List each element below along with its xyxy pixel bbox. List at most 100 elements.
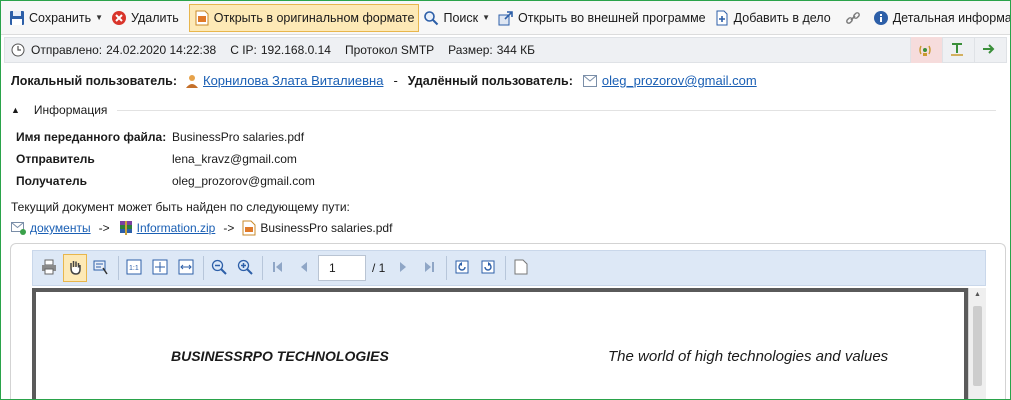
pdf-toolbar-divider [446, 256, 448, 280]
vertical-scrollbar[interactable]: ▲ [968, 288, 986, 399]
next-page-button[interactable] [391, 254, 415, 282]
document-path: документы -> Information.zip -> Business… [11, 220, 392, 236]
rotate-left-button[interactable] [450, 254, 474, 282]
fit-width-button[interactable] [174, 254, 198, 282]
fit-page-button[interactable] [148, 254, 172, 282]
zoom-in-icon [237, 259, 253, 278]
user-icon [185, 74, 199, 88]
path-segment-documents[interactable]: документы [30, 221, 91, 235]
select-text-button[interactable] [89, 254, 113, 282]
path-arrow: -> [98, 221, 110, 235]
users-separator: - [393, 73, 398, 88]
actual-size-icon: 1:1 [126, 259, 142, 278]
broadcast-button[interactable] [910, 37, 942, 63]
hand-tool-button[interactable] [63, 254, 87, 282]
scroll-thumb[interactable] [973, 306, 982, 386]
save-button[interactable]: Сохранить ▼ [5, 4, 107, 32]
open-original-button[interactable]: Открыть в оригинальном формате [188, 3, 420, 32]
open-original-label: Открыть в оригинальном формате [213, 10, 415, 25]
archive-icon [118, 220, 134, 236]
pdf-toolbar: 1:1 1 / 1 [32, 250, 986, 286]
info-key: Отправитель [16, 152, 95, 166]
chevron-down-icon[interactable]: ▼ [95, 13, 103, 22]
zoom-out-icon [211, 259, 227, 278]
local-user-link[interactable]: Корнилова Злата Виталиевна [203, 73, 383, 88]
add-to-case-button[interactable]: Добавить в дело [710, 4, 835, 32]
page-total: / 1 [372, 261, 386, 275]
pdf-file-icon [194, 10, 210, 26]
size-value: 344 КБ [496, 43, 535, 57]
collapse-chevron-icon[interactable]: ▲ [11, 105, 20, 115]
arrow-right-icon [981, 41, 997, 60]
print-button[interactable] [37, 254, 61, 282]
broadcast-icon [917, 41, 933, 60]
text-format-icon [949, 41, 965, 60]
floppy-disk-icon [9, 10, 25, 26]
first-page-button[interactable] [266, 254, 290, 282]
info-row-filename: Имя переданного файла: BusinessPro salar… [16, 130, 304, 144]
pdf-toolbar-divider [505, 256, 507, 280]
infobar-actions [910, 37, 1006, 63]
delete-label: Удалить [131, 10, 179, 25]
link-icon [845, 10, 861, 26]
save-label: Сохранить [29, 10, 92, 25]
path-segment-archive[interactable]: Information.zip [137, 221, 216, 235]
ip-value: 192.168.0.14 [260, 43, 331, 57]
details-label: Детальная информация [892, 10, 1011, 25]
next-page-icon [396, 260, 410, 277]
previous-page-button[interactable] [292, 254, 316, 282]
remote-user-link[interactable]: oleg_prozorov@gmail.com [602, 73, 757, 88]
mail-icon [582, 74, 597, 87]
search-icon [423, 10, 439, 26]
page-number-input[interactable]: 1 [318, 255, 366, 281]
chevron-down-icon[interactable]: ▼ [482, 13, 490, 22]
message-info-bar: Отправлено: 24.02.2020 14:22:38 С IP: 19… [4, 37, 1007, 63]
local-user-label: Локальный пользователь: [11, 73, 177, 88]
info-value: BusinessPro salaries.pdf [172, 130, 305, 144]
page-view-button[interactable] [509, 254, 533, 282]
clock-icon [11, 43, 25, 57]
protocol-text: Протокол SMTP [344, 43, 435, 57]
zoom-in-button[interactable] [233, 254, 257, 282]
add-to-case-label: Добавить в дело [733, 10, 831, 25]
zoom-out-button[interactable] [207, 254, 231, 282]
search-button[interactable]: Поиск ▼ [419, 4, 494, 32]
path-segment-file: BusinessPro salaries.pdf [260, 221, 393, 235]
forward-button[interactable] [974, 37, 1006, 63]
delete-button[interactable]: Удалить [107, 4, 183, 32]
pdf-toolbar-divider [262, 256, 263, 280]
info-key: Получатель [16, 174, 87, 188]
text-view-button[interactable] [942, 37, 974, 63]
open-external-label: Открыть во внешней программе [518, 10, 706, 25]
path-label: Текущий документ может быть найден по сл… [11, 200, 350, 214]
size-label: Размер: [448, 43, 493, 57]
sent-value: 24.02.2020 14:22:38 [106, 43, 217, 57]
scroll-up-icon[interactable]: ▲ [969, 288, 986, 298]
info-icon [873, 10, 889, 26]
info-value: oleg_prozorov@gmail.com [172, 174, 315, 188]
ip-label: С IP: [230, 43, 257, 57]
fit-width-icon [178, 259, 194, 278]
info-section-title: Информация [33, 103, 108, 117]
actual-size-button[interactable]: 1:1 [122, 254, 146, 282]
first-page-icon [271, 260, 285, 277]
add-document-icon [714, 10, 730, 26]
remote-user-label: Удалённый пользователь: [407, 73, 573, 88]
delete-icon [111, 10, 127, 26]
fit-page-icon [152, 259, 168, 278]
path-arrow: -> [223, 221, 235, 235]
hand-icon [67, 259, 83, 278]
app-window: Сохранить ▼ Удалить Открыть в оригинальн… [0, 0, 1011, 400]
last-page-button[interactable] [417, 254, 441, 282]
open-external-button[interactable]: Открыть во внешней программе [494, 4, 710, 32]
main-toolbar: Сохранить ▼ Удалить Открыть в оригинальн… [1, 1, 1010, 35]
blank-page-icon [514, 259, 528, 278]
document-page: BUSINESSRPO TECHNOLOGIES The world of hi… [36, 292, 964, 399]
pdf-file-icon [242, 220, 256, 236]
info-section-header[interactable]: ▲ Информация [11, 103, 996, 117]
svg-text:1:1: 1:1 [129, 265, 139, 272]
info-row-recipient: Получатель oleg_prozorov@gmail.com [16, 174, 315, 188]
rotate-right-button[interactable] [476, 254, 500, 282]
details-button[interactable]: Детальная информация [869, 4, 1011, 32]
link-button[interactable] [841, 4, 869, 32]
